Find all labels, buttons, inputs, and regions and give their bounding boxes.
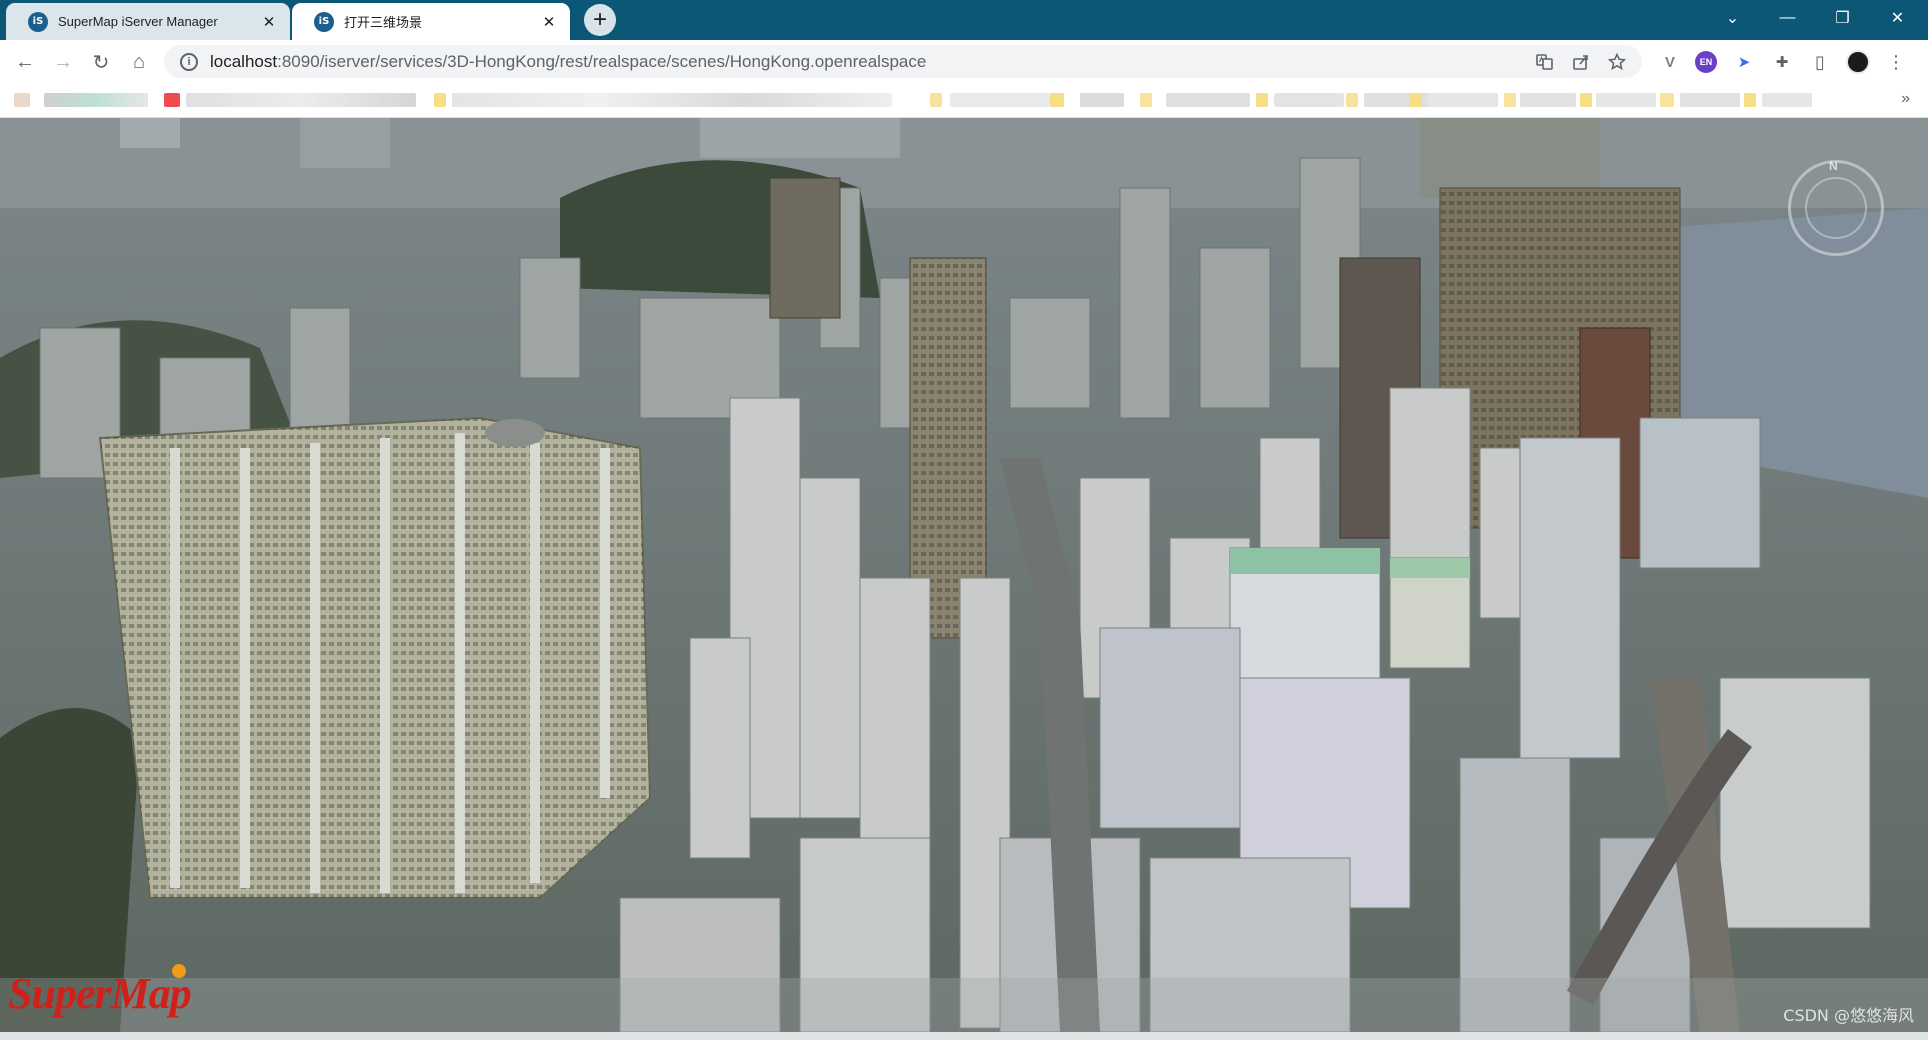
share-icon[interactable] xyxy=(1568,49,1594,75)
tab-supermap-iserver-manager[interactable]: iS SuperMap iServer Manager ✕ xyxy=(6,3,290,40)
side-panel-icon[interactable]: ▯ xyxy=(1806,48,1834,76)
bookmark-folder-icon[interactable] xyxy=(1504,93,1516,107)
avatar-image xyxy=(1846,50,1870,74)
browser-toolbar: ← → ↻ ⌂ i localhost:8090/iserver/service… xyxy=(0,40,1928,83)
supermap-favicon-icon: iS xyxy=(28,11,48,32)
supermap-logo: SuperMap xyxy=(8,969,192,1018)
bookmarks-overflow-button[interactable]: » xyxy=(1901,90,1910,108)
url-host: localhost xyxy=(210,51,278,71)
bookmark-folder-icon[interactable] xyxy=(1660,93,1674,107)
city-3d-render xyxy=(0,118,1928,1032)
bookmark-folder-icon[interactable] xyxy=(434,93,446,107)
compass-navigation-control[interactable]: N xyxy=(1788,159,1884,256)
address-bar[interactable]: i localhost:8090/iserver/services/3D-Hon… xyxy=(164,45,1642,78)
url-path: :8090/iserver/services/3D-HongKong/rest/… xyxy=(277,51,927,71)
new-tab-button[interactable]: + xyxy=(584,4,616,36)
home-button[interactable]: ⌂ xyxy=(124,47,154,77)
bookmark-folder-icon[interactable] xyxy=(1140,93,1152,107)
compass-ring[interactable] xyxy=(1805,177,1867,239)
close-window-button[interactable]: ✕ xyxy=(1870,0,1925,36)
bookmark-folder-icon[interactable] xyxy=(1410,93,1422,107)
bookmark-item[interactable] xyxy=(1596,93,1656,107)
menu-kebab-icon[interactable]: ⋮ xyxy=(1882,48,1910,76)
reload-button[interactable]: ↻ xyxy=(86,47,116,77)
3d-scene-viewport[interactable]: N SuperMap CSDN @悠悠海风 xyxy=(0,118,1928,1032)
en-badge-icon[interactable]: EN xyxy=(1692,48,1720,76)
bookmark-folder-icon[interactable] xyxy=(930,93,942,107)
tab-title: SuperMap iServer Manager xyxy=(58,14,218,29)
bookmark-folder-icon[interactable] xyxy=(1580,93,1592,107)
bookmark-item[interactable] xyxy=(186,93,416,107)
tab-open-3d-scene[interactable]: iS 打开三维场景 ✕ xyxy=(292,3,570,40)
bookmark-item[interactable] xyxy=(44,93,148,107)
profile-avatar[interactable] xyxy=(1844,48,1872,76)
bookmark-item[interactable] xyxy=(452,93,892,107)
star-icon[interactable] xyxy=(1604,49,1630,75)
bookmark-favicon[interactable] xyxy=(164,93,180,107)
bookmark-folder-icon[interactable] xyxy=(1744,93,1756,107)
bookmark-folder-icon[interactable] xyxy=(1346,93,1358,107)
bookmark-item[interactable] xyxy=(1274,93,1344,107)
bookmark-folder-icon[interactable] xyxy=(1050,93,1064,107)
restore-button[interactable]: ❐ xyxy=(1815,0,1870,36)
supermap-favicon-icon: iS xyxy=(314,11,334,32)
translate-icon[interactable] xyxy=(1532,49,1558,75)
bookmark-item[interactable] xyxy=(1166,93,1250,107)
window-bottom-edge xyxy=(0,1032,1928,1040)
supermap-logo-dot xyxy=(172,964,186,978)
tab-search-button[interactable]: ⌄ xyxy=(1705,0,1760,36)
minimize-button[interactable]: — xyxy=(1760,0,1815,36)
back-button[interactable]: ← xyxy=(10,47,40,77)
bird-extension-icon[interactable]: ➤ xyxy=(1730,48,1758,76)
bookmark-folder-icon[interactable] xyxy=(1256,93,1268,107)
puzzle-icon[interactable]: ✚ xyxy=(1768,48,1796,76)
bookmark-favicon[interactable] xyxy=(14,93,30,107)
forward-button[interactable]: → xyxy=(48,47,78,77)
tab-strip: iS SuperMap iServer Manager ✕ iS 打开三维场景 … xyxy=(0,0,1928,40)
bookmark-item[interactable] xyxy=(1520,93,1576,107)
bookmark-item[interactable] xyxy=(1080,93,1124,107)
en-badge-text: EN xyxy=(1695,51,1717,73)
bookmark-item[interactable] xyxy=(950,93,1050,107)
bookmark-item[interactable] xyxy=(1762,93,1812,107)
tab-close-icon[interactable]: ✕ xyxy=(540,13,558,31)
bookmark-item[interactable] xyxy=(1680,93,1740,107)
bookmark-item[interactable] xyxy=(1428,93,1498,107)
url-text[interactable]: localhost:8090/iserver/services/3D-HongK… xyxy=(210,52,926,72)
csdn-watermark: CSDN @悠悠海风 xyxy=(1783,1006,1914,1025)
site-info-icon[interactable]: i xyxy=(180,52,198,71)
tab-close-icon[interactable]: ✕ xyxy=(260,13,278,31)
bookmarks-bar: » xyxy=(0,83,1928,118)
compass-north-label: N xyxy=(1829,159,1838,173)
tab-title: 打开三维场景 xyxy=(344,15,423,30)
vue-devtools-icon[interactable]: V xyxy=(1656,48,1684,76)
